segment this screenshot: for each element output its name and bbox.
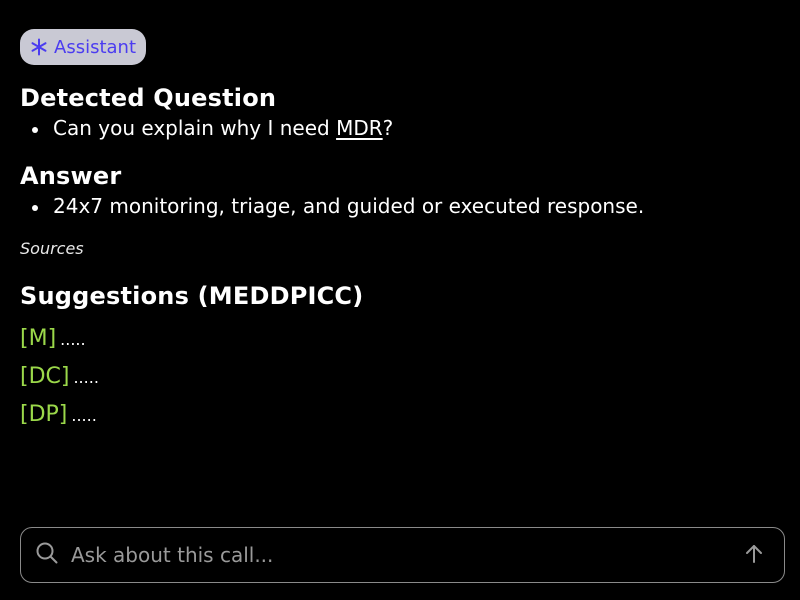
- sources-label[interactable]: Sources: [20, 238, 780, 260]
- list-item: Can you explain why I need MDR?: [20, 114, 780, 142]
- suggestion-item: [DP].....: [20, 396, 780, 434]
- assistant-badge: Assistant: [20, 29, 147, 65]
- detected-question-list: Can you explain why I need MDR?: [20, 114, 780, 142]
- ask-input-box[interactable]: [20, 527, 785, 583]
- suggestion-tag: [DP]: [20, 402, 68, 427]
- question-text-after: ?: [382, 116, 394, 140]
- suggestions-heading: Suggestions (MEDDPICC): [20, 282, 364, 310]
- suggestion-item: [M].....: [20, 320, 780, 358]
- assistant-badge-label: Assistant: [54, 36, 137, 58]
- suggestion-item: [DC].....: [20, 358, 780, 396]
- suggestion-text: .....: [73, 368, 99, 387]
- asterisk-icon: [30, 38, 48, 56]
- answer-heading: Answer: [20, 162, 122, 190]
- suggestion-text: .....: [60, 330, 86, 349]
- mdr-link[interactable]: MDR: [336, 116, 383, 140]
- suggestion-text: .....: [71, 406, 97, 425]
- send-button[interactable]: [740, 541, 768, 569]
- arrow-up-icon: [743, 543, 765, 568]
- question-text-before: Can you explain why I need: [53, 116, 337, 140]
- search-icon: [35, 541, 59, 569]
- detected-question-heading: Detected Question: [20, 84, 277, 112]
- list-item: 24x7 monitoring, triage, and guided or e…: [20, 192, 780, 220]
- suggestion-tag: [M]: [20, 326, 57, 351]
- ask-input[interactable]: [69, 542, 740, 568]
- assistant-panel: Assistant Detected Question Can you expl…: [0, 0, 800, 600]
- suggestion-tag: [DC]: [20, 364, 70, 389]
- answer-list: 24x7 monitoring, triage, and guided or e…: [20, 192, 780, 220]
- suggestions-list: [M]..... [DC]..... [DP].....: [20, 320, 780, 434]
